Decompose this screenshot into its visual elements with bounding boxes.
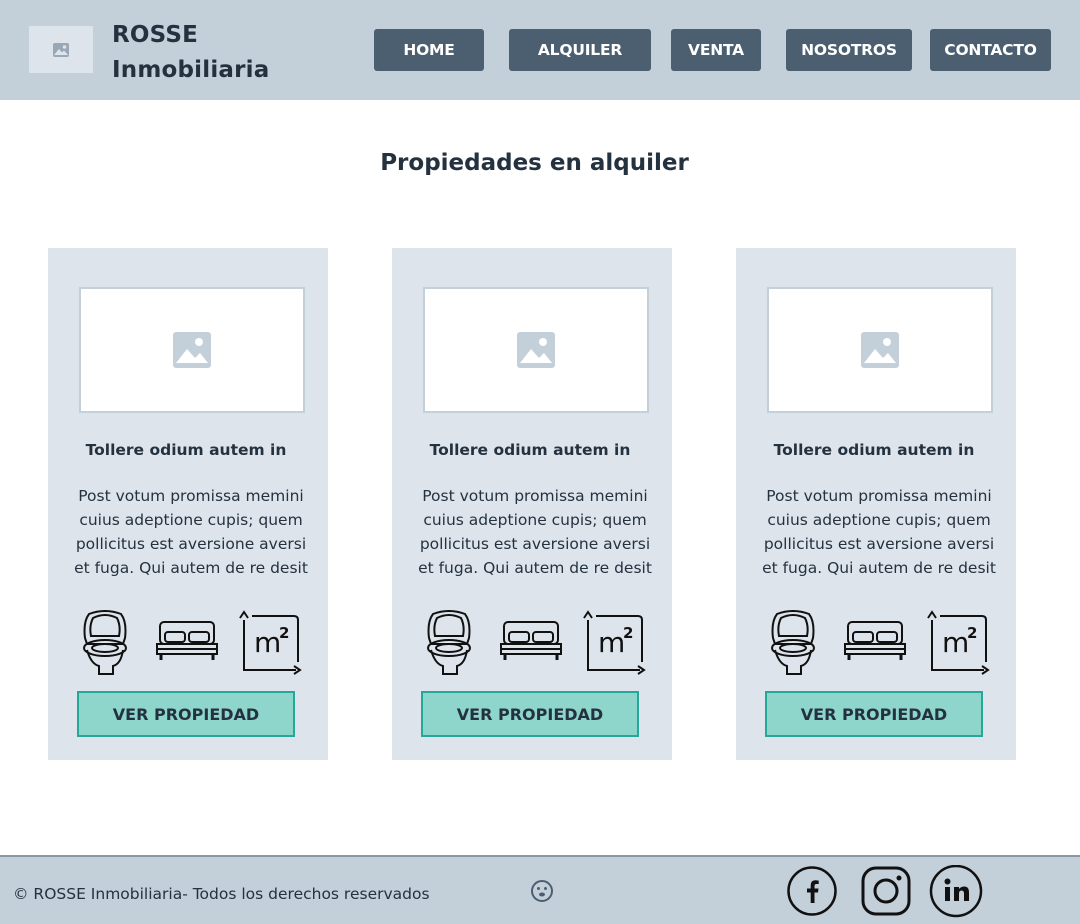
svg-text:m: m bbox=[254, 626, 281, 659]
instagram-icon[interactable] bbox=[860, 865, 912, 917]
property-title: Tollere odium autem in bbox=[429, 441, 631, 459]
property-description: Post votum promissa memini cuius adeptio… bbox=[74, 487, 308, 577]
square-meters-icon: m 2 bbox=[239, 610, 302, 675]
toilet-icon bbox=[771, 610, 815, 675]
square-meters-icon: m 2 bbox=[583, 610, 646, 675]
ver-propiedad-button[interactable]: VER PROPIEDAD bbox=[77, 691, 295, 737]
svg-text:m: m bbox=[942, 626, 969, 659]
svg-text:2: 2 bbox=[967, 624, 977, 642]
svg-text:2: 2 bbox=[279, 624, 289, 642]
linkedin-icon[interactable] bbox=[928, 865, 984, 921]
property-features: m 2 bbox=[422, 610, 652, 680]
bed-icon bbox=[156, 621, 218, 660]
page-title: Propiedades en alquiler bbox=[380, 150, 689, 176]
smile-icon bbox=[531, 880, 553, 902]
property-features: m 2 bbox=[78, 610, 308, 680]
brand-line-1: ROSSE bbox=[112, 22, 199, 48]
square-meters-icon: m 2 bbox=[927, 610, 990, 675]
property-card: Tollere odium autem in Post votum promis… bbox=[736, 248, 1016, 760]
bed-icon bbox=[844, 621, 906, 660]
property-image[interactable] bbox=[767, 287, 993, 413]
brand-line-2: Inmobiliaria bbox=[112, 57, 270, 83]
nav-contacto-button[interactable]: CONTACTO bbox=[930, 29, 1051, 71]
brand-name: ROSSE Inmobiliaria bbox=[112, 18, 269, 88]
nav-home-button[interactable]: HOME bbox=[374, 29, 484, 71]
image-placeholder-icon bbox=[173, 332, 211, 368]
nav-venta-button[interactable]: VENTA bbox=[671, 29, 761, 71]
property-card: Tollere odium autem in Post votum promis… bbox=[392, 248, 672, 760]
property-image[interactable] bbox=[79, 287, 305, 413]
copyright-text: © ROSSE Inmobiliaria- Todos los derechos… bbox=[13, 885, 430, 903]
nav-alquiler-button[interactable]: ALQUILER bbox=[509, 29, 651, 71]
property-features: m 2 bbox=[766, 610, 996, 680]
property-description: Post votum promissa memini cuius adeptio… bbox=[762, 487, 996, 577]
nav-nosotros-button[interactable]: NOSOTROS bbox=[786, 29, 912, 71]
ver-propiedad-button[interactable]: VER PROPIEDAD bbox=[765, 691, 983, 737]
image-placeholder-icon bbox=[53, 42, 69, 57]
property-title: Tollere odium autem in bbox=[85, 441, 287, 459]
image-placeholder-icon bbox=[861, 332, 899, 368]
site-footer: © ROSSE Inmobiliaria- Todos los derechos… bbox=[0, 855, 1080, 924]
svg-text:2: 2 bbox=[623, 624, 633, 642]
toilet-icon bbox=[427, 610, 471, 675]
svg-text:m: m bbox=[598, 626, 625, 659]
ver-propiedad-button[interactable]: VER PROPIEDAD bbox=[421, 691, 639, 737]
property-image[interactable] bbox=[423, 287, 649, 413]
site-header: ROSSE Inmobiliaria HOME ALQUILER VENTA N… bbox=[0, 0, 1080, 100]
toilet-icon bbox=[83, 610, 127, 675]
facebook-icon[interactable] bbox=[786, 865, 838, 917]
property-description: Post votum promissa memini cuius adeptio… bbox=[418, 487, 652, 577]
logo[interactable] bbox=[29, 26, 93, 73]
bed-icon bbox=[500, 621, 562, 660]
image-placeholder-icon bbox=[517, 332, 555, 368]
property-card: Tollere odium autem in Post votum promis… bbox=[48, 248, 328, 760]
property-title: Tollere odium autem in bbox=[773, 441, 975, 459]
